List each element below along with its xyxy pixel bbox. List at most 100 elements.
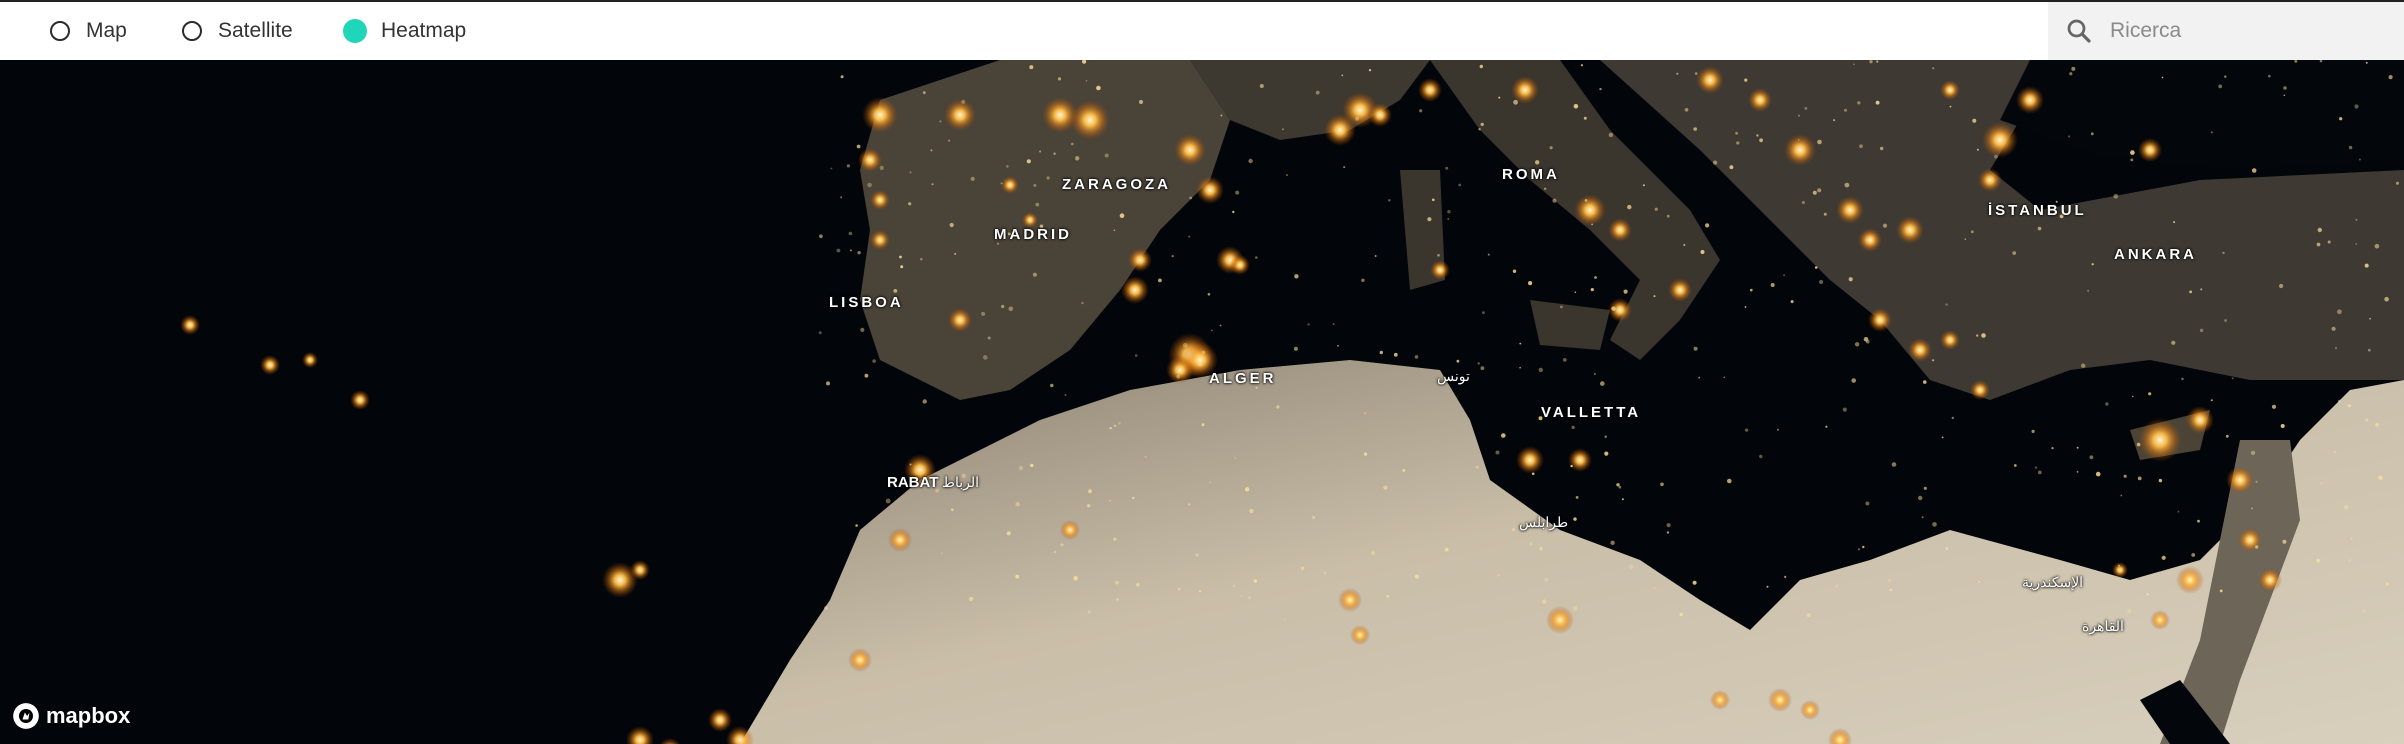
heat-spot [1430,260,1450,280]
light-speck [2199,328,2204,333]
light-speck [1529,542,1533,546]
light-speck [1248,158,1253,164]
light-speck [1253,579,1258,583]
light-speck [849,249,852,252]
city-madrid: MADRID [994,226,1072,243]
light-speck [1087,610,1091,614]
light-speck [1458,183,1462,187]
light-speck [1293,346,1298,351]
radio-heatmap[interactable] [343,19,367,43]
light-speck [1008,306,1014,312]
heat-spot [1896,216,1924,244]
light-speck [1386,594,1390,598]
light-speck [1337,344,1339,347]
heat-spot [1001,176,1019,194]
layer-option-map[interactable]: Map [50,2,127,60]
light-speck [1580,64,1583,67]
light-speck [893,289,898,293]
heat-spot [1800,700,1820,720]
map-canvas[interactable]: ZARAGOZA MADRID LISBOA ROMA İSTANBUL ANK… [0,60,2404,744]
light-speck [1364,412,1367,414]
light-speck [1081,301,1084,305]
light-speck [1475,465,1479,469]
light-speck [1182,342,1188,348]
light-speck [824,606,828,610]
light-speck [1030,463,1034,468]
mapbox-logo[interactable]: mapbox [12,702,130,730]
light-speck [2113,194,2119,199]
light-speck [2355,218,2358,221]
light-speck [840,196,843,199]
light-speck [1862,545,1865,549]
layer-option-heatmap[interactable]: Heatmap [343,2,466,60]
light-speck [1918,495,1923,501]
light-speck [1949,105,1952,108]
light-speck [1833,119,1836,122]
light-speck [1542,599,1547,604]
light-speck [1801,201,1805,204]
light-speck [1583,116,1587,120]
light-speck [1039,150,1042,153]
light-speck [1676,72,1679,75]
search-box[interactable] [2048,2,2404,60]
city-lisboa: LISBOA [829,294,904,311]
light-speck [1851,378,1856,383]
heat-spot [1368,103,1392,127]
light-speck [1727,478,1732,484]
layer-option-satellite[interactable]: Satellite [182,2,293,60]
light-speck [968,596,974,602]
light-speck [2087,289,2090,292]
light-speck [1593,373,1596,375]
light-speck [941,552,943,555]
light-speck [1666,523,1671,528]
light-speck [1219,324,1222,327]
light-speck [2384,296,2389,302]
light-speck [2095,471,2101,477]
light-speck [1857,548,1860,551]
light-speck [1115,580,1119,585]
light-speck [1432,198,1435,202]
light-speck [818,331,822,335]
light-speck [860,327,865,332]
light-speck [1177,587,1181,591]
light-speck [1119,213,1125,218]
light-speck [1341,74,1344,77]
light-speck [2333,450,2336,453]
radio-map[interactable] [50,21,70,41]
light-speck [909,171,912,174]
light-speck [954,252,957,255]
light-speck [1713,160,1718,165]
light-speck [1189,196,1193,200]
city-tunis-arabic: تونس [1437,368,1470,384]
light-speck [2225,434,2229,438]
light-speck [1945,303,1948,306]
light-speck [1653,295,1656,298]
heat-spot [1748,88,1772,112]
light-speck [1859,144,1863,149]
light-speck [1750,288,1753,292]
light-speck [1875,100,1880,105]
light-speck [1447,210,1451,214]
light-speck [1817,139,1822,145]
light-speck [2250,450,2256,455]
light-speck [1623,289,1628,294]
light-speck [1932,359,1935,362]
light-speck [931,183,934,186]
light-speck [1842,407,1847,412]
light-speck [1994,154,1998,159]
light-speck [2037,226,2042,231]
light-speck [1388,199,1391,202]
light-speck [1694,72,1698,75]
search-icon [2067,19,2091,43]
light-speck [830,167,833,170]
light-speck [1972,118,1977,123]
light-speck [900,265,904,269]
light-speck [2037,470,2042,475]
light-speck [885,498,891,504]
radio-satellite[interactable] [182,21,202,41]
light-speck [1735,131,1738,135]
search-input[interactable] [2108,18,2392,44]
light-speck [1679,612,1683,617]
light-speck [1249,508,1254,514]
light-speck [1806,613,1811,618]
